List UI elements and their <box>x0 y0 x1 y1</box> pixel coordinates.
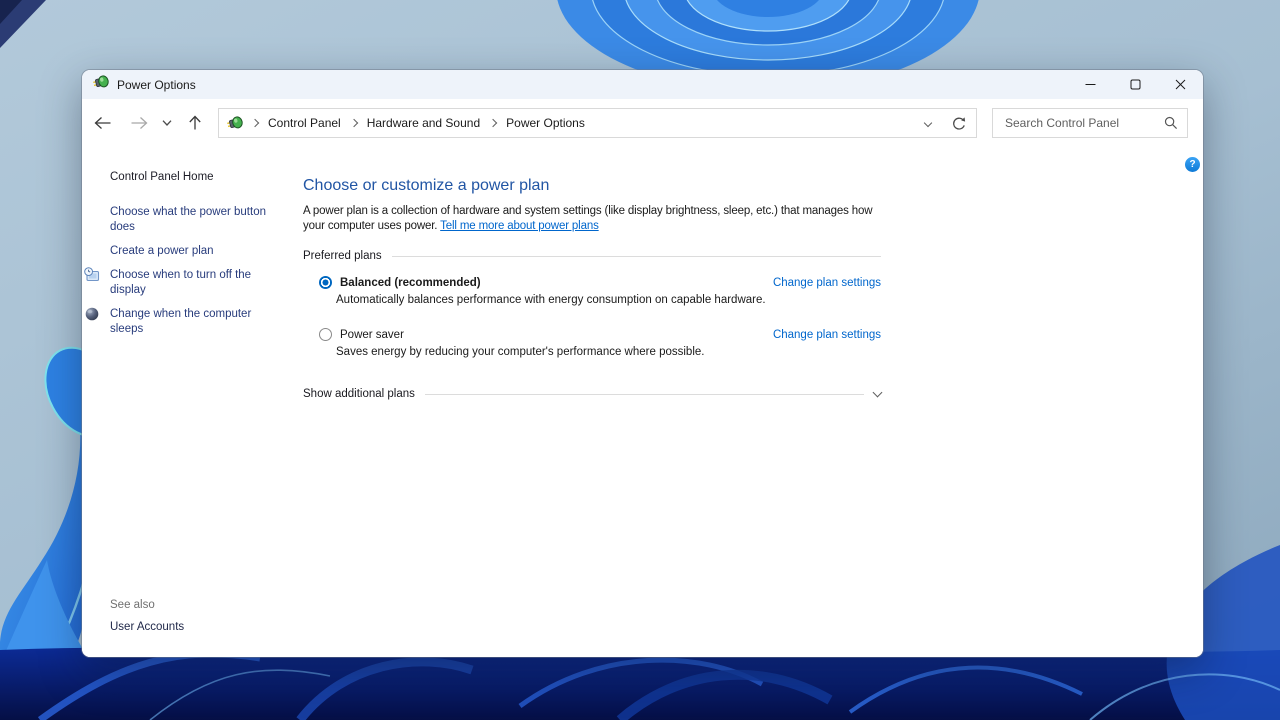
sidebar-item-power-button[interactable]: Choose what the power button does <box>110 205 276 235</box>
navigation-bar: Control Panel Hardware and Sound Power O… <box>82 99 1203 147</box>
tell-me-more-link[interactable]: Tell me more about power plans <box>440 220 599 232</box>
power-options-window: Power Options Control Panel Hardware and… <box>82 70 1203 657</box>
plan-row-balanced: Balanced (recommended) Change plan setti… <box>303 276 881 289</box>
forward-icon[interactable] <box>128 114 150 132</box>
refresh-icon[interactable] <box>951 116 966 131</box>
show-additional-plans-row: Show additional plans <box>303 387 883 400</box>
power-saver-change-plan-settings-link[interactable]: Change plan settings <box>773 329 881 341</box>
up-icon[interactable] <box>186 113 204 133</box>
group-divider <box>391 255 881 257</box>
desktop: Power Options Control Panel Hardware and… <box>0 0 1280 720</box>
breadcrumb-item-hardware-and-sound[interactable]: Hardware and Sound <box>364 116 483 130</box>
sleep-moon-icon <box>84 306 100 322</box>
preferred-plans-label: Preferred plans <box>303 250 382 262</box>
chevron-right-icon <box>488 118 498 128</box>
help-button[interactable]: ? <box>1185 157 1200 172</box>
sidebar-item-label[interactable]: Change when the computer sleeps <box>110 308 251 335</box>
sidebar-item-create-power-plan[interactable]: Create a power plan <box>110 244 276 259</box>
sidebar-item-label[interactable]: Create a power plan <box>110 245 214 257</box>
preferred-plans-group: Preferred plans <box>303 250 881 262</box>
chevron-right-icon <box>250 118 260 128</box>
minimize-button[interactable] <box>1068 70 1113 99</box>
close-button[interactable] <box>1158 70 1203 99</box>
sidebar-item-control-panel-home[interactable]: Control Panel Home <box>110 171 292 183</box>
window-title: Power Options <box>117 77 196 92</box>
power-saver-plan-label[interactable]: Power saver <box>340 329 404 341</box>
power-saver-plan-description: Saves energy by reducing your computer's… <box>336 346 705 358</box>
show-additional-plans-chevron-icon[interactable] <box>872 387 883 398</box>
sidebar-item-user-accounts[interactable]: User Accounts <box>110 621 184 633</box>
search-icon[interactable] <box>1164 116 1178 130</box>
group-divider <box>424 393 864 395</box>
breadcrumb-power-icon[interactable] <box>227 115 243 131</box>
balanced-radio[interactable] <box>319 276 332 289</box>
main-pane: Choose or customize a power plan A power… <box>303 147 883 400</box>
sidebar-item-label[interactable]: Choose what the power button does <box>110 206 266 233</box>
chevron-right-icon <box>349 118 358 128</box>
see-also-heading: See also <box>110 599 155 611</box>
sidebar-item-label[interactable]: Choose when to turn off the display <box>110 269 251 296</box>
display-clock-icon <box>84 267 101 283</box>
breadcrumb-item-control-panel[interactable]: Control Panel <box>265 116 344 130</box>
sidebar-item-computer-sleeps[interactable]: Change when the computer sleeps <box>85 307 276 337</box>
power-saver-radio[interactable] <box>319 328 332 341</box>
sidebar: Control Panel Home Choose what the power… <box>82 147 292 657</box>
intro-paragraph: A power plan is a collection of hardware… <box>303 204 881 234</box>
power-plug-app-icon <box>93 74 109 95</box>
sidebar-item-turn-off-display[interactable]: Choose when to turn off the display <box>84 267 276 298</box>
page-title: Choose or customize a power plan <box>303 177 550 194</box>
address-dropdown-chevron-icon[interactable] <box>923 113 933 131</box>
breadcrumb-item-power-options[interactable]: Power Options <box>503 116 588 130</box>
breadcrumb: Control Panel Hardware and Sound Power O… <box>218 108 977 138</box>
balanced-plan-label[interactable]: Balanced (recommended) <box>340 277 481 289</box>
recent-pages-chevron-icon[interactable] <box>160 118 174 129</box>
plan-row-power-saver: Power saver Change plan settings <box>303 328 881 341</box>
balanced-change-plan-settings-link[interactable]: Change plan settings <box>773 277 881 289</box>
maximize-button[interactable] <box>1113 70 1158 99</box>
balanced-plan-description: Automatically balances performance with … <box>336 294 766 306</box>
search-input[interactable] <box>1003 115 1164 131</box>
content-area: Control Panel Home Choose what the power… <box>82 147 1203 657</box>
search-box <box>992 108 1188 138</box>
title-bar[interactable]: Power Options <box>82 70 1203 99</box>
back-icon[interactable] <box>92 114 114 132</box>
show-additional-plans-label[interactable]: Show additional plans <box>303 388 415 400</box>
